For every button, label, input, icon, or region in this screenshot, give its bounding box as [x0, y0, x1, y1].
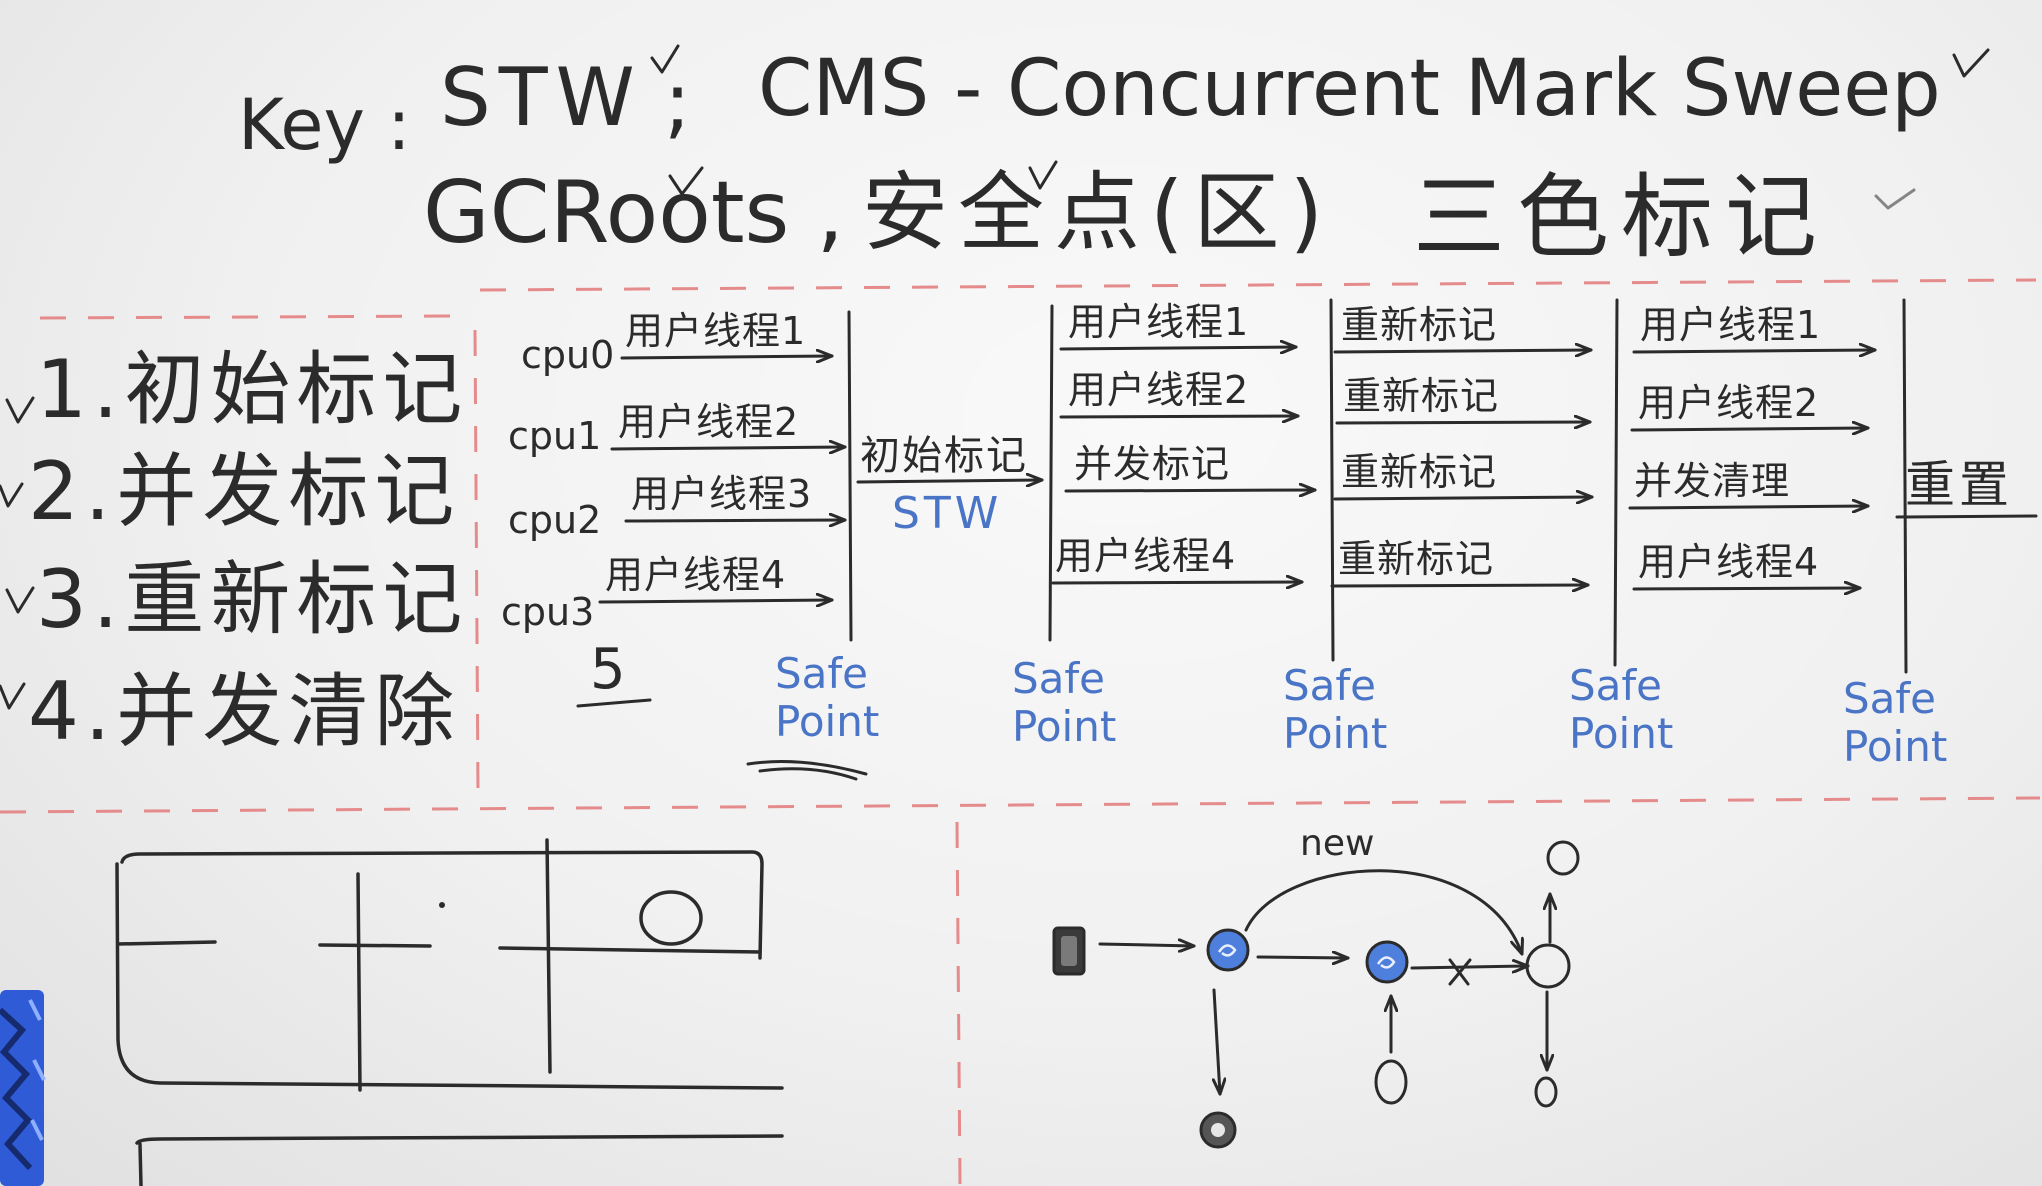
cpu-label: cpu2	[508, 498, 602, 542]
red-dashed-divider	[479, 278, 2037, 292]
thread-arrow	[1632, 350, 1877, 352]
thread-label: 用户线程2	[618, 400, 800, 444]
phase-initial-mark: 1.初始标记	[36, 343, 469, 436]
graph-node-white	[1546, 840, 1580, 876]
gcroots-label: GCRoots ,	[423, 163, 845, 263]
graph-node-blue	[1365, 940, 1409, 984]
thread-arrow	[1333, 350, 1593, 352]
red-dashed-divider	[955, 821, 962, 1185]
phase-concurrent-mark: 2.并发标记	[28, 445, 461, 538]
thread-arrow	[1630, 428, 1870, 430]
graph-node-blue	[1206, 928, 1250, 972]
thread-arrow	[598, 600, 834, 602]
thread-arrow	[1064, 490, 1317, 491]
new-reference-label: new	[1300, 823, 1375, 864]
thread-arrow	[624, 520, 847, 521]
initial-mark-label: 初始标记	[860, 433, 1028, 479]
graph-node-dark	[1199, 1111, 1237, 1149]
stage3-label: 重新标记	[1343, 374, 1500, 418]
stage4-label: 并发清理	[1634, 459, 1791, 503]
root-node	[1052, 926, 1086, 976]
thread-arrow	[1051, 582, 1304, 583]
thread-arrow	[1059, 416, 1300, 417]
reset-label: 重置	[1905, 456, 2013, 514]
thread-arrow	[620, 356, 834, 358]
thread-label: 用户线程4	[605, 553, 787, 597]
stage2-label: 并发标记	[1074, 442, 1231, 486]
stage3-label: 重新标记	[1338, 537, 1495, 581]
cpu-label: cpu3	[501, 590, 595, 634]
check-mark-icon	[5, 586, 35, 614]
title-separator: ;	[664, 55, 691, 148]
safe-point-label: Safe Point	[1283, 661, 1388, 759]
red-dashed-divider	[0, 796, 2041, 814]
thread-arrow	[1333, 497, 1594, 499]
check-mark-icon	[0, 682, 26, 710]
key-label: Key :	[238, 84, 411, 166]
thread-arrow	[1628, 506, 1870, 508]
reset-underline	[1895, 514, 2038, 519]
blue-marker-object	[0, 990, 46, 1186]
tricolor-marking-label: 三色标记	[1413, 164, 1830, 271]
safe-point-underline	[746, 760, 868, 781]
graph-node-white	[1374, 1059, 1408, 1105]
check-mark-icon	[1874, 188, 1916, 210]
stage-divider	[1048, 304, 1054, 642]
thread-label: 用户线程1	[625, 309, 807, 353]
safe-point-label: Safe Point	[1843, 674, 1948, 772]
check-mark-icon	[5, 396, 35, 424]
cut-reference-mark	[1448, 958, 1472, 986]
cms-title: CMS - Concurrent Mark Sweep	[758, 44, 1941, 134]
safe-point-label: Safe Point	[1012, 654, 1117, 752]
check-mark-icon	[1952, 48, 1990, 78]
table-sketch-column-line	[356, 872, 362, 1092]
phase-concurrent-sweep: 4.并发清除	[28, 665, 461, 758]
safe-point-label: Safe Point	[1569, 661, 1674, 759]
graph-node-white	[1534, 1076, 1558, 1108]
stw-note: STW	[892, 488, 1003, 539]
initial-mark-arrow	[856, 480, 1044, 482]
stage-divider	[1329, 298, 1335, 662]
reference-arrow	[1214, 988, 1220, 1096]
stw-title: STW	[440, 51, 643, 144]
table-sketch-column-line	[545, 838, 552, 1074]
stage2-label: 用户线程4	[1055, 534, 1237, 578]
check-mark-icon	[0, 482, 24, 508]
stage2-label: 用户线程1	[1068, 300, 1250, 344]
stage-divider	[847, 310, 853, 642]
phase-remark: 3.重新标记	[36, 553, 469, 646]
cpu-label: cpu0	[521, 333, 615, 377]
table-sketch-outline	[115, 862, 784, 1090]
whiteboard: Key : STW ; CMS - Concurrent Mark Sweep …	[0, 0, 2042, 1186]
reference-arrow	[1410, 966, 1530, 968]
second-table-sketch	[135, 1134, 784, 1186]
table-sketch-circle	[639, 890, 703, 946]
cpu-label: cpu1	[508, 414, 602, 458]
reference-arrow	[1256, 957, 1350, 958]
red-dashed-divider	[473, 329, 480, 793]
stage3-label: 重新标记	[1341, 450, 1498, 494]
safe-point-region-label: 安全点(区)	[862, 163, 1334, 263]
red-dashed-divider	[39, 314, 463, 320]
graph-node-white	[1525, 943, 1571, 989]
thread-arrow	[1632, 588, 1862, 589]
reference-arrow	[1098, 944, 1196, 946]
table-sketch-dot	[439, 902, 445, 908]
thread-arrow	[1335, 422, 1592, 423]
stage4-label: 用户线程2	[1638, 381, 1820, 425]
stage4-label: 用户线程4	[1638, 540, 1820, 584]
safe-point-label: Safe Point	[775, 649, 880, 747]
thread-arrow	[1330, 585, 1590, 586]
stage4-label: 用户线程1	[1640, 303, 1822, 347]
thread-arrow	[610, 447, 847, 449]
thread-label: 用户线程3	[631, 472, 813, 516]
thread-arrow	[1059, 347, 1298, 349]
stage2-label: 用户线程2	[1068, 368, 1250, 412]
count-note: 5	[590, 637, 626, 702]
stage3-label: 重新标记	[1341, 303, 1498, 347]
stage-divider	[1613, 298, 1619, 667]
